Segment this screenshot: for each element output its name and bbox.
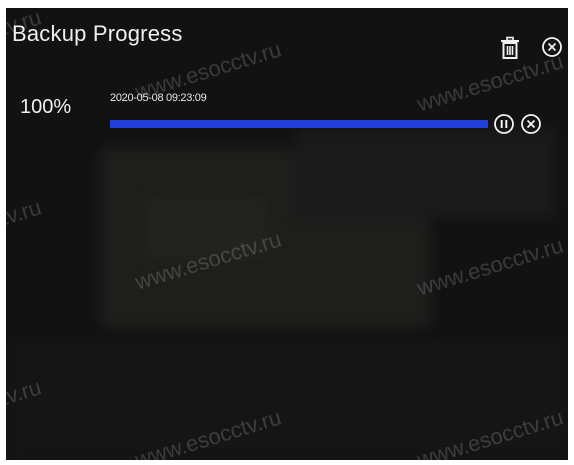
progress-percent: 100% (20, 96, 72, 118)
pause-button[interactable] (493, 113, 515, 135)
trash-icon (501, 36, 519, 59)
pause-circle-icon (494, 114, 514, 134)
watermark: www.esocctv.ru (414, 232, 567, 301)
progress-bar (110, 120, 488, 128)
backup-progress-panel: Backup Progress 100% 2020-05-08 09:23:09 (6, 8, 568, 460)
watermark: www.esocctv.ru (414, 48, 567, 117)
delete-button[interactable] (498, 36, 522, 60)
camera-background (296, 128, 556, 218)
cancel-backup-button[interactable] (520, 113, 542, 135)
progress-bar-fill (110, 120, 488, 128)
circle-x-icon (521, 114, 541, 134)
watermark: www.esocctv.ru (6, 194, 45, 263)
